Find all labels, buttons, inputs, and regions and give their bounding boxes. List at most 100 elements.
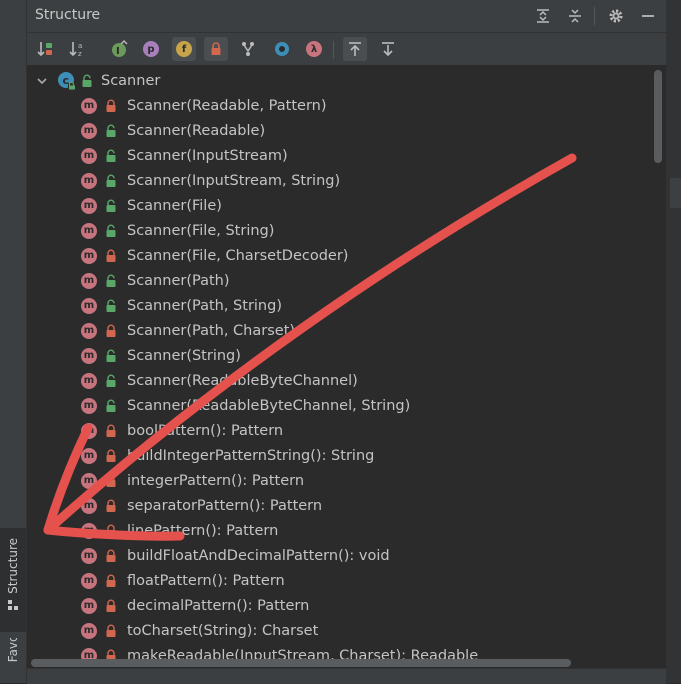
sort-visibility-icon bbox=[37, 42, 52, 57]
public-lock-icon bbox=[106, 374, 116, 387]
public-lock-icon bbox=[106, 224, 116, 237]
private-lock-icon bbox=[106, 624, 116, 637]
anonymous-class-icon bbox=[275, 42, 289, 56]
tree-item[interactable]: m Scanner(Readable) bbox=[27, 118, 649, 143]
tree-item-label: buildIntegerPatternString(): String bbox=[127, 447, 375, 464]
public-lock-icon bbox=[106, 349, 116, 362]
structure-tree: c Scanner m Scanner(Readable, Pattern) m Sc… bbox=[27, 67, 649, 667]
tree-item[interactable]: m Scanner(Path, Charset) bbox=[27, 318, 649, 343]
private-lock-icon bbox=[106, 549, 116, 562]
tree-item[interactable]: m Scanner(ReadableByteChannel) bbox=[27, 368, 649, 393]
tree-item-label: separatorPattern(): Pattern bbox=[127, 497, 323, 514]
lambda-icon: λ bbox=[306, 41, 322, 57]
fields-icon: f bbox=[176, 41, 192, 57]
show-non-public-button[interactable] bbox=[204, 37, 228, 61]
svg-text:a: a bbox=[78, 42, 82, 50]
tree-item[interactable]: m buildFloatAndDecimalPattern(): void bbox=[27, 543, 649, 568]
private-lock-icon bbox=[106, 249, 116, 262]
structure-panel: Structure a z I p f λ c Scanner m Scanne… bbox=[27, 0, 666, 683]
tree-item[interactable]: m Scanner(Path, String) bbox=[27, 293, 649, 318]
method-icon: m bbox=[81, 147, 97, 164]
tree-root-row[interactable]: c Scanner bbox=[27, 68, 647, 93]
private-lock-icon bbox=[106, 474, 116, 487]
method-icon: m bbox=[81, 522, 97, 539]
tree-item[interactable]: m decimalPattern(): Pattern bbox=[27, 593, 649, 618]
method-icon: m bbox=[81, 422, 97, 439]
tree-item[interactable]: m integerPattern(): Pattern bbox=[27, 468, 649, 493]
structure-side-tab[interactable]: Structure bbox=[0, 528, 26, 632]
private-lock-icon bbox=[106, 324, 116, 337]
lock-icon bbox=[211, 42, 221, 55]
tree-item[interactable]: m separatorPattern(): Pattern bbox=[27, 493, 649, 518]
tree-item[interactable]: m Scanner(InputStream) bbox=[27, 143, 649, 168]
sort-by-visibility-button[interactable] bbox=[33, 37, 57, 61]
tree-item-label: linePattern(): Pattern bbox=[127, 522, 279, 539]
hide-panel-button[interactable] bbox=[636, 4, 660, 28]
show-fields-button[interactable]: f bbox=[172, 37, 196, 61]
autoscroll-from-source-button[interactable] bbox=[376, 37, 400, 61]
method-icon: m bbox=[81, 372, 97, 389]
structure-toolbar: a z I p f λ bbox=[27, 33, 666, 65]
structure-icon bbox=[8, 599, 18, 610]
sort-alphabetically-button[interactable]: a z bbox=[65, 37, 89, 61]
vertical-scrollbar-thumb[interactable] bbox=[654, 70, 662, 163]
collapse-all-button[interactable] bbox=[563, 4, 587, 28]
right-editor-gutter bbox=[666, 0, 681, 683]
tree-item[interactable]: m Scanner(File, String) bbox=[27, 218, 649, 243]
tree-item[interactable]: m Scanner(String) bbox=[27, 343, 649, 368]
show-implementations-button[interactable] bbox=[236, 37, 260, 61]
tree-item[interactable]: m Scanner(File, CharsetDecoder) bbox=[27, 243, 649, 268]
minimize-icon bbox=[642, 15, 654, 17]
scroll-from-source-icon bbox=[382, 42, 394, 57]
show-inherited-button[interactable]: I bbox=[107, 37, 131, 61]
tree-item-label: Scanner(File, CharsetDecoder) bbox=[127, 247, 349, 264]
method-icon: m bbox=[81, 622, 97, 639]
show-properties-button[interactable]: p bbox=[139, 37, 163, 61]
tree-item[interactable]: m Scanner(InputStream, String) bbox=[27, 168, 649, 193]
public-lock-icon bbox=[106, 299, 116, 312]
private-lock-icon bbox=[106, 599, 116, 612]
tree-item[interactable]: m Scanner(ReadableByteChannel, String) bbox=[27, 393, 649, 418]
collapse-all-icon bbox=[569, 9, 581, 23]
method-icon: m bbox=[81, 322, 97, 339]
gear-icon bbox=[609, 9, 623, 23]
tree-item-label: Scanner(InputStream) bbox=[127, 147, 288, 164]
horizontal-scrollbar-thumb[interactable] bbox=[31, 659, 571, 667]
show-anonymous-classes-button[interactable] bbox=[270, 37, 294, 61]
tree-item[interactable]: m toCharset(String): Charset bbox=[27, 618, 649, 643]
sort-alpha-icon: a z bbox=[69, 42, 82, 58]
svg-text:z: z bbox=[78, 50, 82, 58]
method-icon: m bbox=[81, 197, 97, 214]
tree-item[interactable]: m Scanner(File) bbox=[27, 193, 649, 218]
show-lambdas-button[interactable]: λ bbox=[302, 37, 326, 61]
tree-item[interactable]: m Scanner(Readable, Pattern) bbox=[27, 93, 649, 118]
private-lock-icon bbox=[106, 424, 116, 437]
method-icon: m bbox=[81, 222, 97, 239]
method-icon: m bbox=[81, 122, 97, 139]
panel-title: Structure bbox=[35, 7, 101, 23]
tree-item[interactable]: m linePattern(): Pattern bbox=[27, 518, 649, 543]
private-lock-icon bbox=[106, 449, 116, 462]
structure-side-tab-label: Structure bbox=[6, 538, 20, 594]
tree-item[interactable]: m Scanner(Path) bbox=[27, 268, 649, 293]
header-divider bbox=[594, 7, 595, 25]
hierarchy-icon bbox=[242, 42, 254, 56]
tree-item[interactable]: m floatPattern(): Pattern bbox=[27, 568, 649, 593]
method-icon: m bbox=[81, 597, 97, 614]
tree-item-label: integerPattern(): Pattern bbox=[127, 472, 305, 489]
tree-item-label: toCharset(String): Charset bbox=[127, 622, 319, 639]
private-lock-icon bbox=[106, 574, 116, 587]
favorites-side-tab[interactable]: Favorites bbox=[0, 638, 26, 683]
chevron-down-icon[interactable] bbox=[36, 75, 48, 87]
method-icon: m bbox=[81, 572, 97, 589]
tree-item[interactable]: m buildIntegerPatternString(): String bbox=[27, 443, 649, 468]
public-lock-icon bbox=[106, 174, 116, 187]
expand-all-button[interactable] bbox=[531, 4, 555, 28]
method-icon: m bbox=[81, 472, 97, 489]
autoscroll-to-source-button[interactable] bbox=[343, 37, 367, 61]
tree-item-label: decimalPattern(): Pattern bbox=[127, 597, 310, 614]
settings-button[interactable] bbox=[604, 4, 628, 28]
method-icon: m bbox=[81, 547, 97, 564]
tree-item[interactable]: m boolPattern(): Pattern bbox=[27, 418, 649, 443]
method-icon: m bbox=[81, 447, 97, 464]
